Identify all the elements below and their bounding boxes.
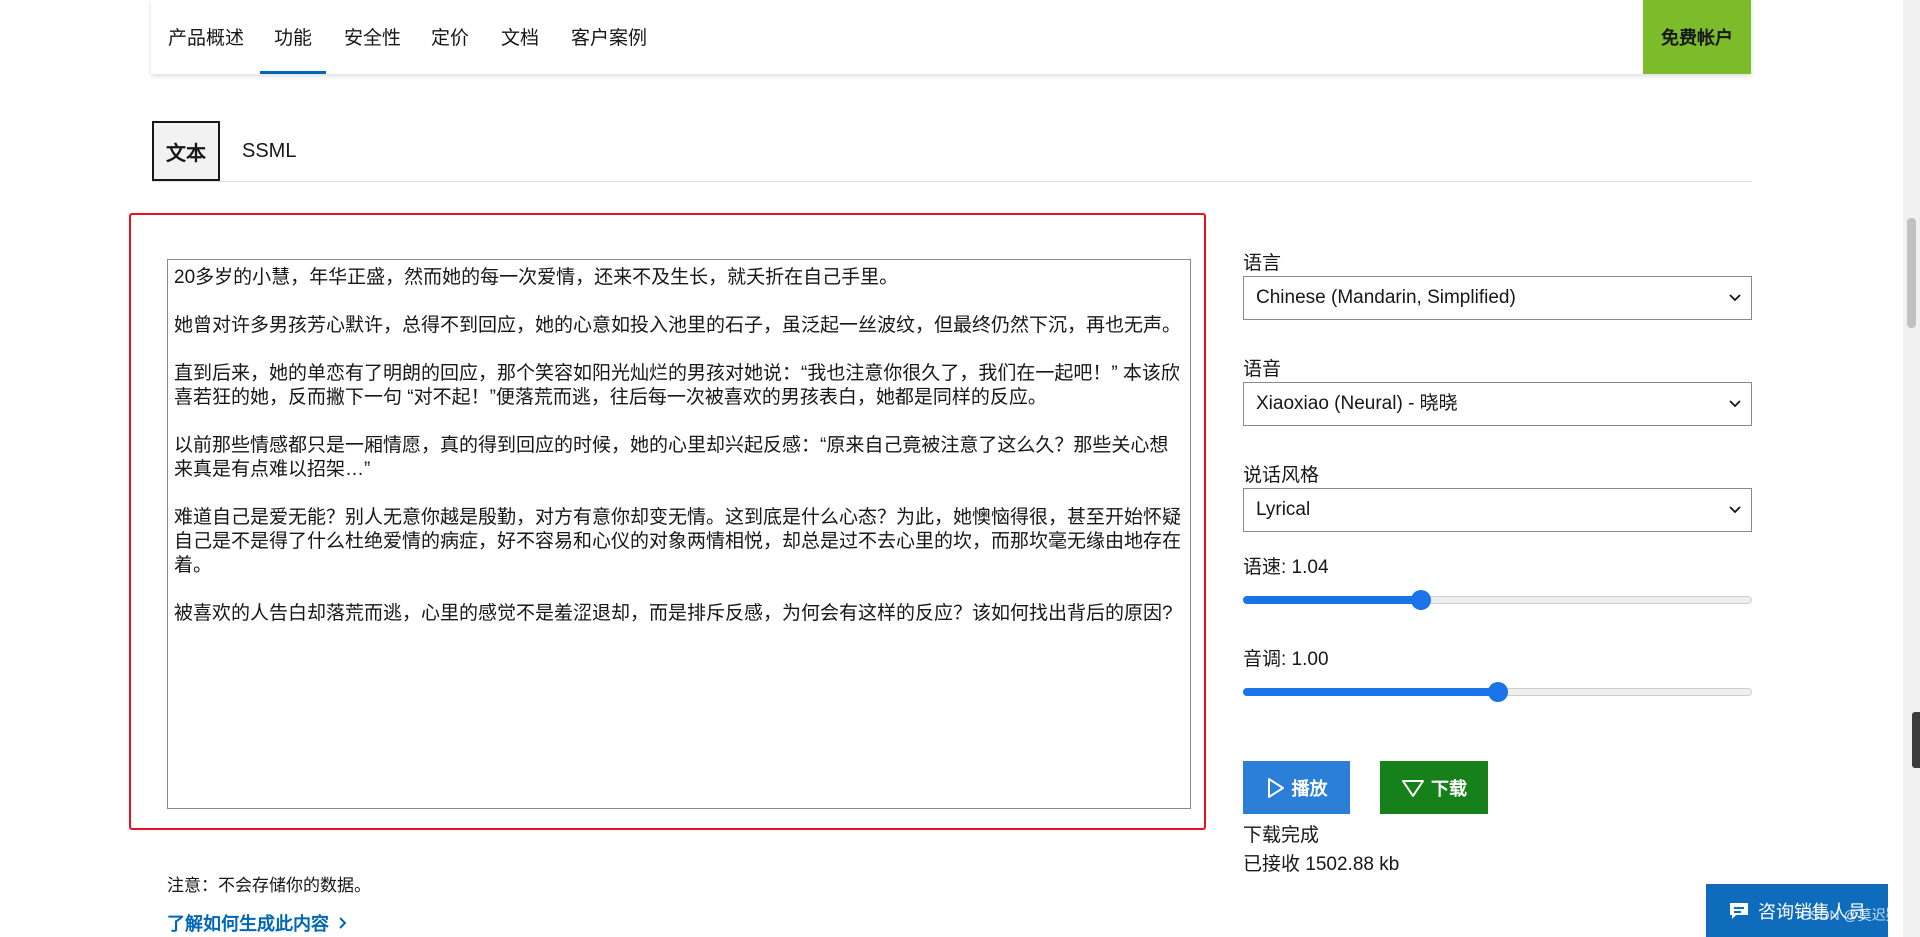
watermark-text: CSDN @莫迟疑 bbox=[1800, 907, 1900, 923]
chat-icon bbox=[1730, 902, 1748, 919]
play-button-label: 播放 bbox=[1291, 778, 1328, 799]
voice-label: 语音 bbox=[1243, 359, 1282, 380]
nav-item-overview[interactable]: 产品概述 bbox=[168, 0, 244, 74]
slider-fill bbox=[1243, 596, 1422, 604]
learn-more-label: 了解如何生成此内容 bbox=[167, 914, 329, 934]
chevron-down-icon bbox=[1729, 400, 1741, 408]
received-size: 已接收 1502.88 kb bbox=[1243, 854, 1400, 875]
play-icon bbox=[1267, 777, 1284, 798]
scrollbar-thumb[interactable] bbox=[1907, 218, 1916, 328]
slider-thumb[interactable] bbox=[1411, 590, 1432, 610]
nav-item-customer-stories[interactable]: 客户案例 bbox=[571, 0, 647, 74]
language-select-value: Chinese (Mandarin, Simplified) bbox=[1256, 287, 1516, 308]
text-input-area[interactable]: 20多岁的小慧，年华正盛，然而她的每一次爱情，还来不及生长，就夭折在自己手里。 … bbox=[167, 259, 1191, 809]
nav-item-docs[interactable]: 文档 bbox=[501, 0, 539, 74]
nav-item-features[interactable]: 功能 bbox=[259, 0, 327, 74]
chevron-right-icon bbox=[339, 917, 347, 929]
page-scrollbar[interactable] bbox=[1903, 0, 1920, 937]
language-label: 语言 bbox=[1243, 253, 1282, 274]
tab-text[interactable]: 文本 bbox=[152, 121, 220, 181]
privacy-note: 注意：不会存储你的数据。 bbox=[167, 876, 371, 895]
download-button-label: 下载 bbox=[1431, 778, 1467, 799]
download-button[interactable]: 下载 bbox=[1380, 761, 1488, 814]
voice-select-value: Xiaoxiao (Neural) - 晓晓 bbox=[1256, 393, 1458, 414]
style-label: 说话风格 bbox=[1243, 465, 1320, 486]
voice-select[interactable]: Xiaoxiao (Neural) - 晓晓 bbox=[1243, 382, 1752, 426]
language-select[interactable]: Chinese (Mandarin, Simplified) bbox=[1243, 276, 1752, 320]
speed-label: 语速: 1.04 bbox=[1243, 557, 1329, 578]
input-paragraph-6: 被喜欢的人告白却落荒而逃，心里的感觉不是羞涩退却，而是排斥反感，为何会有这样的反… bbox=[174, 603, 1173, 624]
side-widget-handle[interactable] bbox=[1912, 712, 1920, 768]
slider-thumb[interactable] bbox=[1487, 682, 1508, 702]
nav-item-pricing[interactable]: 定价 bbox=[431, 0, 469, 74]
input-paragraph-4: 以前那些情感都只是一厢情愿，真的得到回应的时候，她的心里却兴起反感：“原来自己竟… bbox=[174, 435, 1169, 480]
top-navigation: 产品概述 功能 安全性 定价 文档 客户案例 免费帐户 bbox=[151, 0, 1751, 74]
input-paragraph-5: 难道自己是爱无能？别人无意你越是殷勤，对方有意你却变无情。这到底是什么心态？为此… bbox=[174, 507, 1182, 576]
pitch-slider[interactable] bbox=[1243, 679, 1752, 705]
input-paragraph-2: 她曾对许多男孩芳心默许，总得不到回应，她的心意如投入池里的石子，虽泛起一丝波纹，… bbox=[174, 315, 1182, 336]
play-button[interactable]: 播放 bbox=[1243, 761, 1350, 814]
pitch-label: 音调: 1.00 bbox=[1243, 649, 1329, 670]
chevron-down-icon bbox=[1729, 294, 1741, 302]
download-status: 下载完成 bbox=[1243, 825, 1320, 846]
speed-slider[interactable] bbox=[1243, 587, 1752, 613]
tab-divider bbox=[152, 181, 1752, 182]
chevron-down-icon bbox=[1729, 506, 1741, 514]
speaking-style-select[interactable]: Lyrical bbox=[1243, 488, 1752, 532]
input-paragraph-3: 直到后来，她的单恋有了明朗的回应，那个笑容如阳光灿烂的男孩对她说：“我也注意你很… bbox=[174, 363, 1180, 408]
tab-ssml[interactable]: SSML bbox=[242, 121, 296, 181]
slider-fill bbox=[1243, 688, 1498, 696]
download-icon bbox=[1402, 779, 1424, 797]
learn-more-link[interactable]: 了解如何生成此内容 bbox=[167, 910, 348, 936]
nav-item-security[interactable]: 安全性 bbox=[344, 0, 401, 74]
input-paragraph-1: 20多岁的小慧，年华正盛，然而她的每一次爱情，还来不及生长，就夭折在自己手里。 bbox=[174, 267, 899, 288]
free-account-button[interactable]: 免费帐户 bbox=[1643, 0, 1751, 74]
style-select-value: Lyrical bbox=[1256, 499, 1311, 520]
